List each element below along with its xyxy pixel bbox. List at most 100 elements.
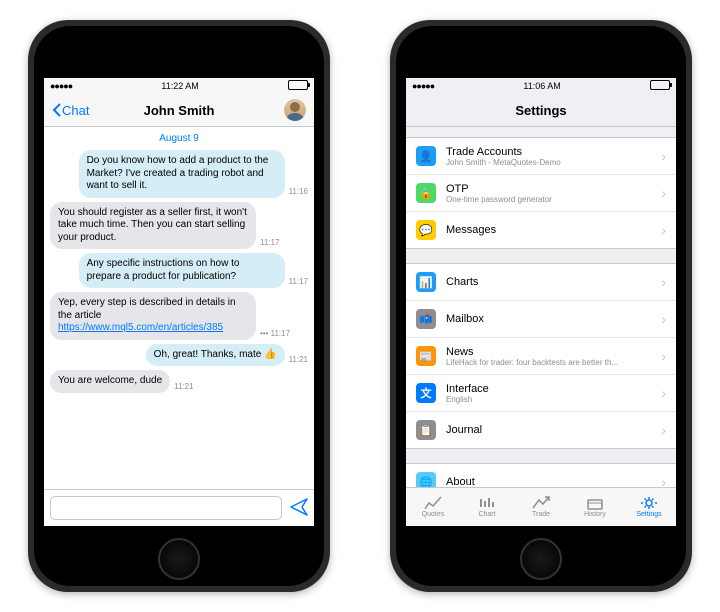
- message-time: 11:17: [289, 277, 308, 288]
- settings-row-mailbox[interactable]: 📫 Mailbox ›: [406, 301, 676, 338]
- quotes-icon: [424, 496, 442, 510]
- back-button[interactable]: Chat: [52, 103, 89, 118]
- settings-group: 🌐 About ›: [406, 463, 676, 487]
- message-input[interactable]: [50, 496, 282, 520]
- chevron-right-icon: ›: [661, 148, 666, 164]
- message-bubble[interactable]: Yep, every step is described in details …: [50, 292, 256, 340]
- message-row: Do you know how to add a product to the …: [50, 150, 308, 198]
- tab-label: Trade: [532, 511, 550, 518]
- message-bubble[interactable]: You should register as a seller first, i…: [50, 202, 256, 250]
- chevron-left-icon: [52, 103, 62, 117]
- message-row: Any specific instructions on how to prep…: [50, 253, 308, 288]
- settings-list[interactable]: 👤 Trade AccountsJohn Smith - MetaQuotes-D…: [406, 127, 676, 487]
- row-title: Charts: [446, 276, 657, 288]
- status-bar: ●●●●● 11:06 AM: [406, 78, 676, 94]
- row-title: News: [446, 346, 657, 358]
- message-row: You should register as a seller first, i…: [50, 202, 308, 250]
- battery-icon: [650, 80, 670, 92]
- row-title: Messages: [446, 224, 657, 236]
- tab-settings[interactable]: Settings: [622, 488, 676, 526]
- tab-label: Chart: [478, 511, 495, 518]
- row-title: Trade Accounts: [446, 146, 657, 158]
- tab-label: History: [584, 511, 606, 518]
- status-bar: ●●●●● 11:22 AM: [44, 78, 314, 94]
- chevron-right-icon: ›: [661, 422, 666, 438]
- message-bubble[interactable]: Do you know how to add a product to the …: [79, 150, 285, 198]
- row-subtitle: LifeHack for trader: four backtests are …: [446, 358, 657, 367]
- settings-title: Settings: [515, 103, 566, 118]
- send-icon[interactable]: [290, 498, 308, 519]
- signal-icon: ●●●●●: [412, 81, 434, 91]
- interface-icon: 文: [416, 383, 436, 403]
- trade-icon: [532, 496, 550, 510]
- message-bubble[interactable]: Oh, great! Thanks, mate 👍: [146, 344, 285, 367]
- chevron-right-icon: ›: [661, 222, 666, 238]
- chevron-right-icon: ›: [661, 474, 666, 487]
- chart-tab-icon: [478, 496, 496, 510]
- row-title: Mailbox: [446, 313, 657, 325]
- chevron-right-icon: ›: [661, 348, 666, 364]
- chevron-right-icon: ›: [661, 311, 666, 327]
- journal-icon: 📋: [416, 420, 436, 440]
- settings-row-otp[interactable]: 🔒 OTPOne-time password generator ›: [406, 175, 676, 212]
- row-title: Journal: [446, 424, 657, 436]
- chevron-right-icon: ›: [661, 185, 666, 201]
- chevron-right-icon: ›: [661, 274, 666, 290]
- history-icon: [586, 496, 604, 510]
- home-button[interactable]: [158, 538, 200, 580]
- message-row: Oh, great! Thanks, mate 👍 11:21: [50, 344, 308, 367]
- row-title: About: [446, 476, 657, 487]
- message-time: 11:17: [260, 238, 279, 249]
- row-title: OTP: [446, 183, 657, 195]
- tab-chart[interactable]: Chart: [460, 488, 514, 526]
- settings-row-charts[interactable]: 📊 Charts ›: [406, 264, 676, 301]
- contact-avatar[interactable]: [284, 99, 306, 121]
- chevron-right-icon: ›: [661, 385, 666, 401]
- row-subtitle: English: [446, 395, 657, 404]
- settings-row-journal[interactable]: 📋 Journal ›: [406, 412, 676, 448]
- settings-row-interface[interactable]: 文 InterfaceEnglish ›: [406, 375, 676, 412]
- compose-bar: [44, 489, 314, 526]
- row-subtitle: One-time password generator: [446, 195, 657, 204]
- settings-row-about[interactable]: 🌐 About ›: [406, 464, 676, 487]
- tab-history[interactable]: History: [568, 488, 622, 526]
- message-bubble[interactable]: You are welcome, dude: [50, 370, 170, 393]
- chat-title: John Smith: [144, 103, 215, 118]
- back-label: Chat: [62, 103, 89, 118]
- row-subtitle: John Smith - MetaQuotes-Demo: [446, 158, 657, 167]
- person-icon: 👤: [416, 146, 436, 166]
- date-separator: August 9: [50, 133, 308, 144]
- phone-settings: ●●●●● 11:06 AM Settings 👤Trade AccountsJ…: [390, 20, 692, 592]
- home-button[interactable]: [520, 538, 562, 580]
- chat-messages[interactable]: August 9 Do you know how to add a produc…: [44, 127, 314, 489]
- row-title: Interface: [446, 383, 657, 395]
- status-time: 11:22 AM: [161, 81, 198, 91]
- news-icon: 📰: [416, 346, 436, 366]
- message-link[interactable]: https://www.mql5.com/en/articles/385: [58, 322, 223, 333]
- settings-icon: [640, 496, 658, 510]
- message-bubble[interactable]: Any specific instructions on how to prep…: [79, 253, 285, 288]
- message-time: 11:21: [174, 382, 193, 393]
- lock-icon: 🔒: [416, 183, 436, 203]
- messages-icon: 💬: [416, 220, 436, 240]
- about-icon: 🌐: [416, 472, 436, 487]
- mailbox-icon: 📫: [416, 309, 436, 329]
- settings-row-messages[interactable]: 💬 Messages ›: [406, 212, 676, 248]
- settings-row-trade-accounts[interactable]: 👤 Trade AccountsJohn Smith - MetaQuotes-D…: [406, 138, 676, 175]
- message-time: 11:16: [289, 187, 308, 198]
- settings-nav-bar: Settings: [406, 94, 676, 127]
- tab-trade[interactable]: Trade: [514, 488, 568, 526]
- settings-row-news[interactable]: 📰 NewsLifeHack for trader: four backtests…: [406, 338, 676, 375]
- tab-label: Settings: [636, 511, 661, 518]
- settings-group: 👤 Trade AccountsJohn Smith - MetaQuotes-D…: [406, 137, 676, 249]
- tab-bar: Quotes Chart Trade History Settings: [406, 487, 676, 526]
- tab-quotes[interactable]: Quotes: [406, 488, 460, 526]
- status-time: 11:06 AM: [523, 81, 560, 91]
- phone-chat: ●●●●● 11:22 AM Chat John Smith August 9 …: [28, 20, 330, 592]
- message-time: 11:21: [289, 355, 308, 366]
- tab-label: Quotes: [422, 511, 445, 518]
- chat-nav-bar: Chat John Smith: [44, 94, 314, 127]
- message-row: Yep, every step is described in details …: [50, 292, 308, 340]
- chart-icon: 📊: [416, 272, 436, 292]
- signal-icon: ●●●●●: [50, 81, 72, 91]
